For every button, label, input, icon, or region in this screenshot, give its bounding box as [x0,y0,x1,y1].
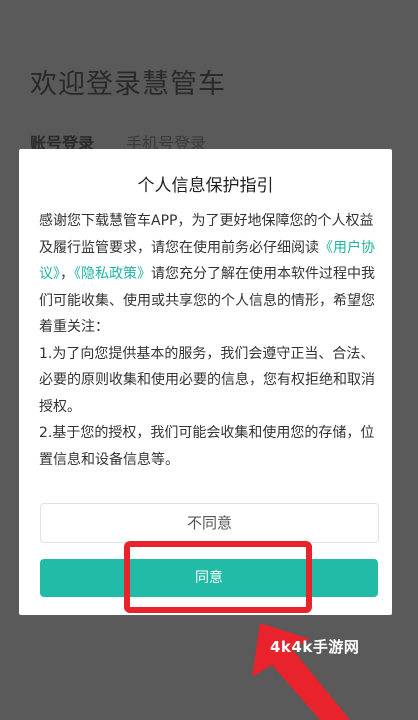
point-1-text: 1.为了向您提供基本的服务，我们会遵守正当、合法、必要的原则收集和使用必要的信息… [39,345,375,415]
dialog-title: 个人信息保护指引 [137,176,274,196]
content-fade [39,466,384,480]
page-title: 欢迎登录慧管车 [30,69,226,100]
watermark: 4k4k手游网 [270,638,360,656]
highlight-box [124,541,312,613]
privacy-policy-link[interactable]: 《隐私政策》 [74,266,151,282]
pointer-arrow-icon [252,623,350,720]
screen: 欢迎登录慧管车 账号登录 手机号登录 个人信息保护指引 感谢您下载慧管车APP，… [0,0,418,720]
intro-paragraph: 感谢您下载慧管车APP，为了更好地保障您的个人权益及履行监管要求，请您在使用前务… [39,208,384,341]
dialog-content[interactable]: 感谢您下载慧管车APP，为了更好地保障您的个人权益及履行监管要求，请您在使用前务… [39,208,384,480]
disagree-button[interactable]: 不同意 [40,503,379,543]
separator-text: ， [60,266,74,282]
